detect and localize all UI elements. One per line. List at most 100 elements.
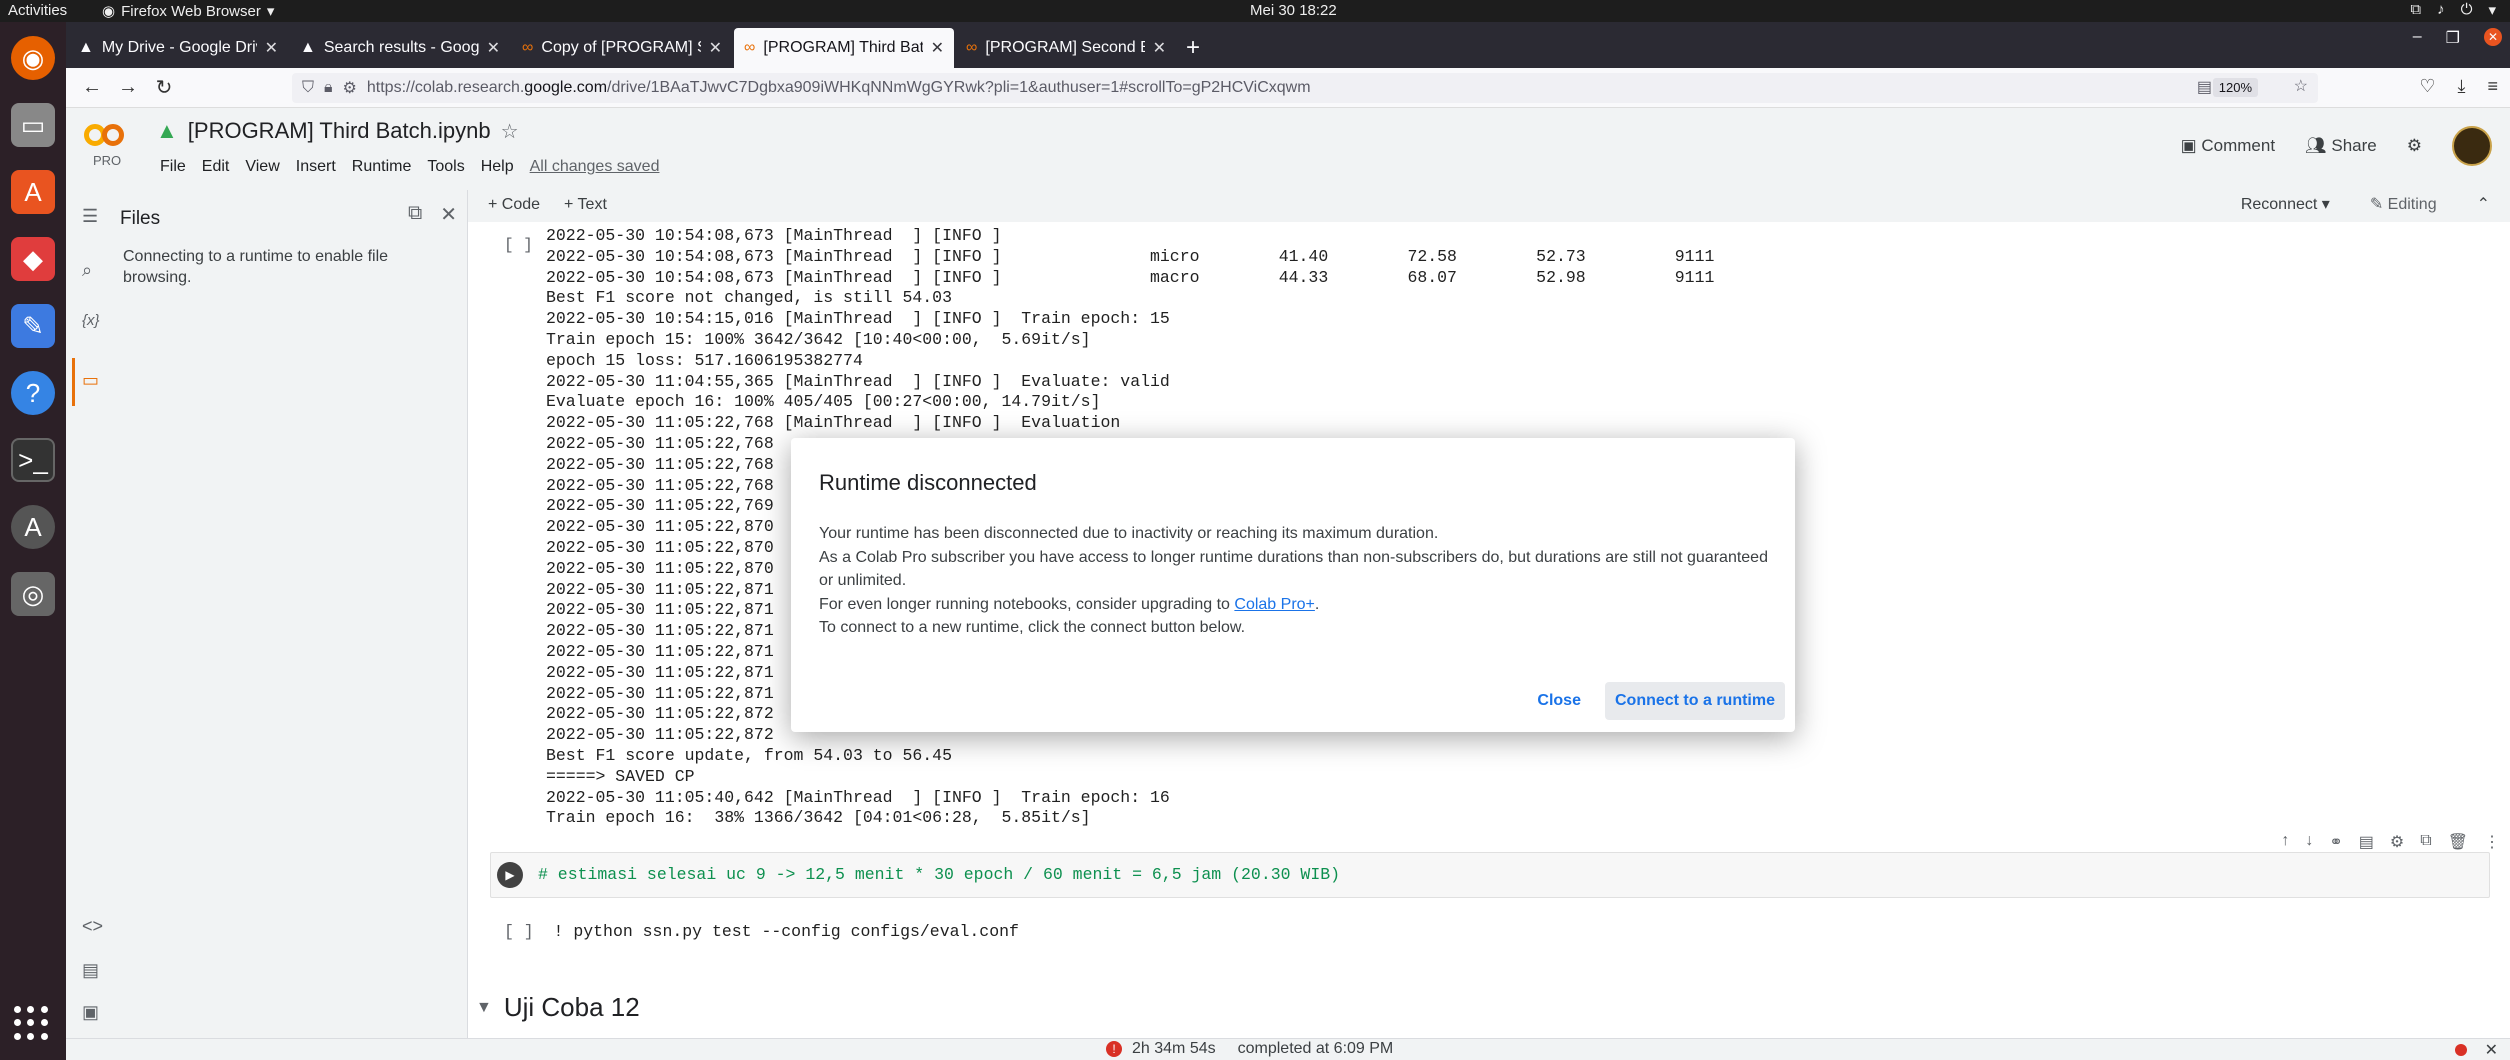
save-status[interactable]: All changes saved — [522, 154, 668, 180]
add-code-button[interactable]: + Code — [488, 196, 540, 214]
search-icon[interactable]: ⌕ — [82, 260, 92, 281]
share-button[interactable]: 👥︎ Share — [2305, 136, 2377, 156]
menu-file[interactable]: File — [152, 154, 194, 180]
forward-icon[interactable]: → — [110, 76, 146, 99]
comment-icon[interactable]: ▤ — [2359, 832, 2374, 852]
more-options-icon[interactable]: ⋮ — [2484, 832, 2500, 852]
code-snippets-icon[interactable]: <> — [82, 916, 103, 937]
comment-icon: ▣ — [2180, 136, 2197, 155]
colab-logo[interactable] — [84, 120, 132, 150]
folder-icon[interactable]: ▭ — [82, 370, 99, 391]
code-cell[interactable]: ▶ # estimasi selesai uc 9 -> 12,5 menit … — [490, 852, 2490, 898]
permissions-icon: ⚙ — [342, 80, 357, 97]
maximize-icon[interactable]: ❐ — [2446, 28, 2460, 48]
active-indicator — [72, 358, 75, 406]
updater-icon[interactable]: A — [11, 505, 55, 549]
browser-tab[interactable]: ∞ [PROGRAM] Second Batc ✕ — [956, 28, 1176, 68]
downloads-icon[interactable]: ⤓ — [2458, 76, 2466, 97]
reload-icon[interactable]: ↻ — [146, 75, 182, 100]
help-icon[interactable]: ? — [11, 371, 55, 415]
connect-runtime-button[interactable]: Connect to a runtime — [1604, 682, 1785, 720]
close-icon[interactable]: ✕ — [709, 38, 722, 58]
menu-view[interactable]: View — [237, 154, 287, 180]
clock[interactable]: Mei 30 18:22 — [1250, 2, 1337, 19]
command-palette-icon[interactable]: ▤ — [82, 960, 99, 981]
link-icon[interactable]: ⚭ — [2329, 832, 2342, 852]
browser-tab[interactable]: ∞ Copy of [PROGRAM] Sec ✕ — [512, 28, 732, 68]
menu-insert[interactable]: Insert — [288, 154, 344, 180]
move-down-icon[interactable]: ↓ — [2305, 832, 2313, 852]
reader-icon[interactable]: ▤ — [2197, 77, 2212, 97]
close-button[interactable]: Close — [1527, 682, 1591, 720]
browser-tab[interactable]: ▲ Search results - Google D ✕ — [290, 28, 510, 68]
back-icon[interactable]: ← — [74, 76, 110, 99]
notebook-title: ▲ [PROGRAM] Third Batch.ipynb ☆ — [156, 118, 519, 144]
completion-time[interactable]: completed at 6:09 PM — [1238, 1040, 1394, 1058]
colab-icon: ∞ — [744, 39, 756, 56]
browser-tab-active[interactable]: ∞ [PROGRAM] Third Batch ✕ — [734, 28, 954, 68]
menu-runtime[interactable]: Runtime — [344, 154, 420, 180]
collapse-arrow-icon[interactable]: ▼ — [476, 999, 492, 1017]
menu-help[interactable]: Help — [473, 154, 522, 180]
close-icon[interactable]: ✕ — [487, 38, 500, 58]
text-editor-icon[interactable]: ✎ — [11, 304, 55, 348]
code-cell[interactable]: [ ] ! python ssn.py test --config config… — [504, 922, 1019, 941]
star-icon[interactable]: ☆ — [501, 119, 519, 144]
zoom-level[interactable]: 120% — [2212, 78, 2258, 97]
pocket-icon[interactable]: ♡ — [2419, 76, 2435, 97]
activities-button[interactable]: Activities — [8, 2, 67, 19]
add-text-button[interactable]: + Text — [564, 196, 607, 214]
terminal-icon[interactable]: >_ — [11, 438, 55, 482]
firefox-icon[interactable]: ◉ — [11, 36, 55, 80]
move-up-icon[interactable]: ↑ — [2281, 832, 2289, 852]
system-tray[interactable]: ⧉ ♪ ⏻ ▾ — [2410, 1, 2496, 19]
close-icon[interactable]: ✕ — [2485, 1040, 2498, 1060]
app-menu[interactable]: ◉ Firefox Web Browser ▾ — [102, 2, 274, 21]
minimize-icon[interactable]: – — [2413, 28, 2422, 48]
settings-gear-icon[interactable]: ⚙ — [2407, 136, 2422, 156]
variables-icon[interactable]: {x} — [82, 312, 100, 329]
reconnect-button[interactable]: Reconnect ▾ — [2241, 194, 2330, 214]
toc-icon[interactable]: ☰ — [82, 206, 98, 227]
execution-duration[interactable]: 2h 34m 54s — [1132, 1040, 1216, 1058]
cell-toolbar: ↑ ↓ ⚭ ▤ ⚙ ⧉ 🗑︎ ⋮ — [2281, 832, 2500, 852]
colab-pro-plus-link[interactable]: Colab Pro+ — [1234, 596, 1315, 613]
terminal-icon[interactable]: ▣ — [82, 1002, 99, 1023]
comment-button[interactable]: ▣ Comment — [2181, 136, 2275, 156]
anydesk-icon[interactable]: ◆ — [11, 237, 55, 281]
url-text: https://colab.research.google.com/drive/… — [366, 79, 1311, 96]
status-bar: ! 2h 34m 54s completed at 6:09 PM ✕ — [66, 1038, 2510, 1060]
disk-icon[interactable]: ◎ — [11, 572, 55, 616]
pro-badge: PRO — [93, 153, 122, 168]
software-center-icon[interactable]: A — [11, 170, 55, 214]
menu-icon[interactable]: ≡ — [2487, 76, 2498, 97]
close-window-icon[interactable]: ✕ — [2484, 28, 2502, 46]
editing-mode-button[interactable]: ✎ Editing — [2370, 194, 2437, 214]
avatar[interactable] — [2452, 126, 2492, 166]
tab-title: My Drive - Google Drive — [101, 39, 257, 56]
chevron-down-icon: ▾ — [2488, 2, 2496, 19]
menu-tools[interactable]: Tools — [419, 154, 472, 180]
bookmark-star-icon[interactable]: ☆ — [2294, 76, 2308, 96]
browser-tab[interactable]: ▲ My Drive - Google Drive ✕ — [68, 28, 288, 68]
files-icon[interactable]: ▭ — [11, 103, 55, 147]
section-heading[interactable]: ▼ Uji Coba 12 — [476, 992, 640, 1023]
close-icon[interactable]: ✕ — [931, 38, 944, 58]
mirror-cell-icon[interactable]: ⧉ — [2420, 832, 2431, 852]
run-cell-button[interactable]: ▶ — [497, 862, 523, 888]
cell-code[interactable]: # estimasi selesai uc 9 -> 12,5 menit * … — [538, 865, 1340, 884]
close-icon[interactable]: ✕ — [265, 38, 278, 58]
close-icon[interactable]: ✕ — [1153, 38, 1166, 58]
menu-edit[interactable]: Edit — [194, 154, 238, 180]
open-in-tab-icon[interactable]: ⧉ — [408, 202, 422, 227]
cell-code[interactable]: ! python ssn.py test --config configs/ev… — [554, 922, 1019, 941]
notebook-name[interactable]: [PROGRAM] Third Batch.ipynb — [188, 118, 491, 144]
system-top-bar: Activities ◉ Firefox Web Browser ▾ Mei 3… — [0, 0, 2510, 22]
collapse-header-icon[interactable]: ⌃ — [2477, 194, 2490, 214]
new-tab-button[interactable]: + — [1176, 28, 1210, 68]
url-field[interactable]: ⛉ 🔒︎ ⚙ https://colab.research.google.com… — [292, 73, 2318, 103]
settings-gear-icon[interactable]: ⚙ — [2390, 832, 2404, 852]
show-apps-icon[interactable] — [14, 1006, 50, 1042]
delete-icon[interactable]: 🗑︎ — [2448, 832, 2468, 852]
close-icon[interactable]: ✕ — [440, 202, 457, 227]
